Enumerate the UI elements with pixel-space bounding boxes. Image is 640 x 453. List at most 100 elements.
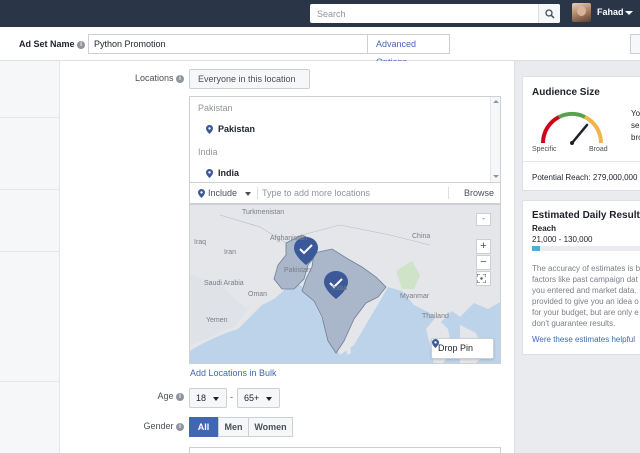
chevron-down-icon	[265, 396, 272, 401]
info-icon[interactable]: i	[176, 74, 184, 83]
location-map[interactable]: Turkmenistan Afghanistan Iraq Iran Pakis…	[189, 204, 501, 364]
search-button[interactable]	[538, 4, 560, 23]
map-label: Oman	[248, 291, 268, 298]
scroll-up-icon[interactable]	[493, 100, 499, 103]
info-icon[interactable]: i	[176, 392, 184, 401]
ad-set-name-label: Ad Set Name	[19, 39, 75, 49]
toolbar-button-partial[interactable]	[630, 34, 640, 54]
gender-men-button[interactable]: Men	[218, 417, 249, 437]
map-label: China	[412, 233, 431, 240]
map-label: Afghanistan	[270, 235, 307, 242]
left-navigation-strip	[0, 61, 60, 453]
estimates-helpful-link[interactable]: Were these estimates helpful	[532, 335, 635, 344]
map-label: Iraq	[194, 239, 207, 246]
audience-description-fragment: se	[631, 121, 640, 130]
map-label: Turkmenistan	[242, 209, 285, 216]
map-pin-icon	[206, 125, 213, 135]
gauge-broad-label: Broad	[589, 146, 608, 153]
ad-set-name-input[interactable]	[88, 34, 368, 54]
map-pin-icon	[432, 339, 439, 348]
add-locations-in-bulk-link[interactable]: Add Locations in Bulk	[190, 368, 277, 378]
map-label: Pakistan	[284, 267, 311, 274]
search-icon	[544, 8, 555, 19]
location-item-label: India	[218, 168, 240, 178]
audience-size-title: Audience Size	[532, 87, 600, 98]
age-label-row: Age i	[120, 391, 184, 401]
include-label: Include	[208, 188, 238, 198]
map-label: Saudi Arabia	[204, 280, 244, 287]
strip-divider	[0, 117, 60, 118]
map-label: India	[332, 285, 348, 292]
next-field-box[interactable]	[189, 447, 501, 453]
gender-label-row: Gender i	[120, 421, 184, 431]
top-navigation-bar: Fahad	[0, 0, 640, 27]
age-range-separator: -	[230, 392, 233, 402]
include-exclude-dropdown[interactable]: Include	[198, 188, 251, 199]
estimate-note-line: The accuracy of estimates is b	[532, 264, 640, 273]
selected-locations-list: Pakistan Pakistan India India	[189, 96, 501, 183]
strip-divider	[0, 189, 60, 190]
strip-divider	[0, 251, 60, 252]
audience-description-fragment: bro	[631, 133, 640, 142]
account-menu-caret-icon[interactable]	[625, 11, 633, 15]
age-min-value: 18	[196, 393, 207, 403]
estimated-daily-results-card: Estimated Daily Results Reach 21,000 - 1…	[522, 200, 640, 355]
browse-button[interactable]: Browse	[464, 188, 494, 198]
estimate-note-line: for your budget, but are only e	[532, 308, 639, 317]
info-icon[interactable]: i	[77, 40, 86, 49]
avatar[interactable]	[572, 3, 591, 22]
reach-bar	[532, 246, 640, 251]
map-pin-icon	[206, 169, 213, 179]
daily-results-title: Estimated Daily Results	[532, 210, 640, 221]
map-label: Myanmar	[400, 293, 430, 300]
fit-map-button[interactable]	[476, 271, 491, 286]
location-item[interactable]: India	[206, 168, 240, 179]
search-input[interactable]	[310, 4, 538, 23]
drop-pin-label: Drop Pin	[438, 343, 474, 353]
gender-women-button[interactable]: Women	[248, 417, 293, 437]
reach-bar-fill	[532, 246, 541, 251]
location-group-header: Pakistan	[198, 103, 233, 113]
locations-label: Locations	[134, 73, 174, 83]
estimate-note-line: you entered and market data.	[532, 286, 637, 295]
location-audience-dropdown[interactable]: Everyone in this location	[189, 69, 310, 100]
ad-set-name-label-row: Ad Set Name i	[19, 39, 86, 49]
audience-gauge	[540, 111, 604, 145]
map-label: Thailand	[422, 313, 449, 320]
info-icon[interactable]: i	[176, 422, 184, 431]
age-min-dropdown[interactable]: 18	[189, 388, 227, 408]
estimate-note-line: factors like past campaign dat	[532, 275, 638, 284]
gender-all-button[interactable]: All	[189, 417, 218, 437]
map-label: Yemen	[206, 317, 228, 324]
ad-set-name-bar: Ad Set Name i Advanced Options	[0, 27, 640, 67]
location-search-input[interactable]	[262, 185, 452, 200]
location-list-scrollbar[interactable]	[490, 97, 500, 182]
age-max-dropdown[interactable]: 65+	[237, 388, 280, 408]
reach-label: Reach	[532, 224, 557, 233]
estimate-note-line: provided to give you an idea o	[532, 297, 639, 306]
scroll-down-icon[interactable]	[493, 175, 499, 178]
map-pin-icon	[198, 189, 205, 199]
advanced-options-link[interactable]: Advanced Options	[368, 34, 450, 67]
map-collapse-button[interactable]: -	[476, 213, 491, 226]
audience-size-card: Audience Size Specific Broad Yo se bro P…	[522, 76, 640, 191]
gender-toggle-group: All Men Women	[189, 417, 293, 437]
divider	[523, 161, 640, 162]
reach-range: 21,000 - 130,000	[532, 235, 593, 244]
zoom-out-button[interactable]: −	[476, 255, 491, 270]
user-name-link[interactable]: Fahad	[597, 7, 624, 17]
location-audience-dropdown-label: Everyone in this location	[198, 74, 296, 84]
location-item-label: Pakistan	[218, 124, 256, 134]
location-group-header: India	[198, 147, 218, 157]
age-label: Age	[157, 391, 174, 401]
chevron-down-icon	[244, 191, 251, 196]
audience-description-fragment: Yo	[631, 109, 640, 118]
strip-divider	[0, 381, 60, 382]
divider	[257, 187, 258, 199]
drop-pin-button[interactable]: Drop Pin	[431, 338, 494, 359]
zoom-in-button[interactable]: +	[476, 239, 491, 254]
age-max-value: 65+	[244, 393, 260, 403]
divider	[448, 187, 449, 199]
expand-icon	[477, 274, 486, 283]
location-item[interactable]: Pakistan	[206, 124, 256, 135]
